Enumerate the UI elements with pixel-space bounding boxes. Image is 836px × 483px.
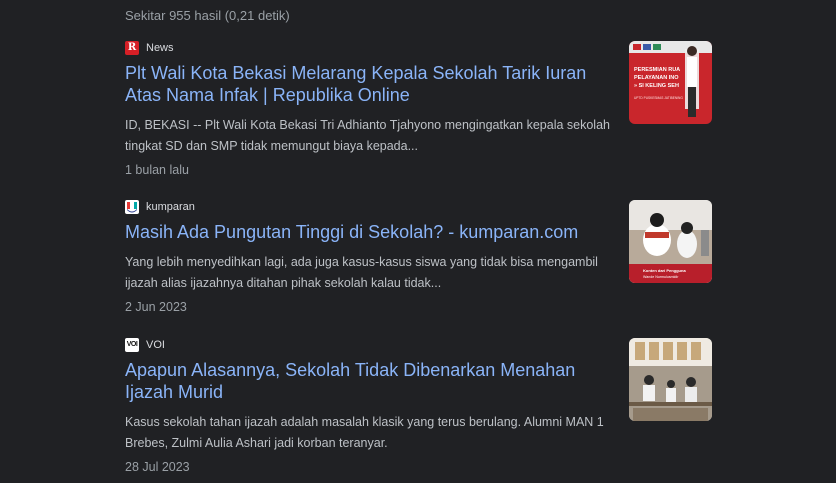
result-source[interactable]: kumparan: [125, 199, 715, 215]
thumbnail-text: PELAYANAN INO: [634, 75, 679, 81]
republika-thumbnail-image: PERESMIAN RUA PELAYANAN INO » SI KELING …: [629, 41, 712, 124]
voi-thumbnail-image: [629, 338, 712, 421]
search-result: VOI VOI Apapun Alasannya, Sekolah Tidak …: [125, 337, 715, 474]
result-snippet: Kasus sekolah tahan ijazah adalah masala…: [125, 415, 604, 450]
thumbnail-text: Konten dari Pengguna: [643, 268, 686, 273]
result-stats: Sekitar 955 hasil (0,21 detik): [125, 8, 290, 23]
result-source[interactable]: R News: [125, 40, 715, 56]
search-result: kumparan Masih Ada Pungutan Tinggi di Se…: [125, 199, 715, 314]
search-result: R News Plt Wali Kota Bekasi Melarang Kep…: [125, 40, 715, 177]
thumbnail-text: UPTD PUSKESMAS JATIBENING: [634, 96, 683, 100]
result-thumbnail[interactable]: PERESMIAN RUA PELAYANAN INO » SI KELING …: [629, 41, 712, 124]
thumbnail-text: Wande Nurmulusmidir: [643, 275, 679, 279]
result-snippet: ID, BEKASI -- Plt Wali Kota Bekasi Tri A…: [125, 118, 610, 153]
voi-icon: VOI: [125, 338, 139, 352]
result-thumbnail[interactable]: [629, 338, 712, 421]
thumbnail-text: PERESMIAN RUA: [634, 67, 680, 73]
result-thumbnail[interactable]: Konten dari Pengguna Wande Nurmulusmidir: [629, 200, 712, 283]
kumparan-thumbnail-image: Konten dari Pengguna Wande Nurmulusmidir: [629, 200, 712, 283]
result-date: 28 Jul 2023: [125, 460, 190, 474]
result-source[interactable]: VOI VOI: [125, 337, 715, 353]
republika-icon: R: [125, 41, 139, 55]
source-name: kumparan: [146, 201, 195, 213]
search-results-page: Sekitar 955 hasil (0,21 detik) R News Pl…: [0, 0, 836, 483]
thumbnail-text: » SI KELING SEH: [634, 83, 679, 89]
kumparan-icon: [125, 200, 139, 214]
source-name: VOI: [146, 339, 165, 351]
result-title-link[interactable]: Apapun Alasannya, Sekolah Tidak Dibenark…: [125, 359, 605, 403]
result-date: 2 Jun 2023: [125, 300, 187, 314]
source-name: News: [146, 42, 174, 54]
result-date: 1 bulan lalu: [125, 163, 189, 177]
result-title-link[interactable]: Plt Wali Kota Bekasi Melarang Kepala Sek…: [125, 62, 605, 106]
result-snippet: Yang lebih menyedihkan lagi, ada juga ka…: [125, 255, 598, 290]
result-title-link[interactable]: Masih Ada Pungutan Tinggi di Sekolah? - …: [125, 221, 605, 243]
